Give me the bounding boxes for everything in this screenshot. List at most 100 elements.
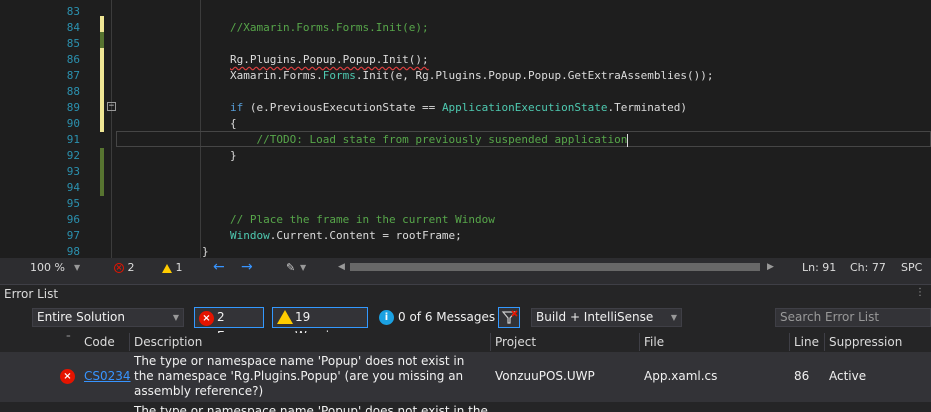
code-line[interactable]: 91 //TODO: Load state from previously su…: [0, 132, 931, 148]
code-line[interactable]: 83: [0, 4, 931, 20]
error-project: VonzuuPOS.UWP: [495, 369, 595, 383]
warnings-filter-button[interactable]: 19 Warnings: [272, 307, 368, 343]
filter-icon[interactable]: [498, 307, 520, 328]
code-line[interactable]: 96 // Place the frame in the current Wind…: [0, 212, 931, 228]
text-cursor: [627, 133, 629, 147]
scroll-right-icon[interactable]: ▶: [767, 258, 774, 277]
code-text: if (e.PreviousExecutionState == Applicat…: [230, 100, 687, 116]
code-token: ApplicationExecutionState: [441, 101, 608, 114]
code-line[interactable]: 92}: [0, 148, 931, 164]
error-file: App.xaml.cs: [644, 369, 718, 383]
panel-menu-icon[interactable]: ⋮: [915, 287, 925, 298]
line-number: 92: [66, 149, 80, 162]
column-header-line[interactable]: Line: [790, 333, 825, 351]
line-number: Ln: 91: [802, 261, 837, 274]
error-indicator[interactable]: × 2: [114, 258, 135, 277]
code-token: {: [230, 117, 237, 130]
error-list-panel: Error List ⋮ Entire Solution ▼ × 2 Error…: [0, 284, 931, 412]
scope-dropdown[interactable]: Entire Solution ▼: [32, 308, 184, 327]
chevron-down-icon: ▼: [172, 313, 179, 322]
code-token: }: [230, 149, 237, 162]
code-token: Xamarin.Forms.: [230, 69, 323, 82]
navigate-back-icon[interactable]: ←: [213, 258, 225, 277]
column-header-file[interactable]: File: [640, 333, 790, 351]
code-line[interactable]: 88: [0, 84, 931, 100]
code-token: (e.PreviousExecutionState ==: [243, 101, 442, 114]
code-token: .Terminated): [607, 101, 687, 114]
code-token: Rg.Plugins.Popup.Popup.Init();: [230, 53, 429, 66]
code-token: //TODO: Load state from previously suspe…: [230, 133, 628, 146]
line-number: 90: [66, 117, 80, 130]
code-token: //Xamarin.Forms.Forms.Init(e);: [230, 21, 429, 34]
error-line: 86: [794, 369, 810, 383]
search-error-list-input[interactable]: Search Error List: [775, 308, 931, 327]
messages-filter-label: 0 of 6 Messages: [398, 310, 496, 324]
line-number: 88: [66, 85, 80, 98]
code-line[interactable]: 94: [0, 180, 931, 196]
column-header-code[interactable]: Code: [80, 333, 130, 351]
warning-indicator[interactable]: 1: [162, 258, 183, 277]
line-number: 87: [66, 69, 80, 82]
code-token: Window: [230, 229, 270, 242]
code-editor[interactable]: − 83 84//Xamarin.Forms.Forms.Init(e); 85 86…: [0, 0, 931, 258]
brush-icon[interactable]: ✎: [286, 258, 295, 277]
horizontal-scrollbar[interactable]: [350, 263, 760, 271]
scope-value: Entire Solution: [37, 310, 125, 324]
code-line[interactable]: 86 Rg.Plugins.Popup.Popup.Init();: [0, 52, 931, 68]
error-list-toolbar: Entire Solution ▼ × 2 Errors 19 Warnings…: [0, 305, 931, 343]
column-header-description[interactable]: Description: [130, 333, 491, 351]
code-line[interactable]: 98}: [0, 244, 931, 258]
brush-dropdown-icon[interactable]: ▼: [300, 258, 306, 277]
sort-column[interactable]: ⁼: [0, 333, 80, 351]
search-placeholder: Search Error List: [780, 310, 880, 324]
code-line[interactable]: 93: [0, 164, 931, 180]
line-number: 84: [66, 21, 80, 34]
error-icon: ×: [60, 369, 75, 384]
build-source-dropdown[interactable]: Build + IntelliSense ▼: [531, 308, 682, 327]
code-line[interactable]: 97 Window.Current.Content = rootFrame;: [0, 228, 931, 244]
code-text: {: [230, 116, 237, 132]
navigate-forward-icon[interactable]: →: [241, 258, 253, 277]
code-line[interactable]: 90 {: [0, 116, 931, 132]
code-line[interactable]: 89 if (e.PreviousExecutionState == Applic…: [0, 100, 931, 116]
code-text: //Xamarin.Forms.Forms.Init(e);: [230, 20, 429, 36]
code-line[interactable]: 84 //Xamarin.Forms.Forms.Init(e);: [0, 20, 931, 36]
separator: [0, 277, 931, 284]
warning-icon: [162, 263, 172, 273]
code-text: }: [230, 148, 237, 164]
zoom-level[interactable]: 100 %: [30, 258, 65, 277]
scroll-left-icon[interactable]: ◀: [338, 258, 345, 277]
error-description: The type or namespace name 'Popup' does …: [134, 404, 488, 412]
code-text: Window.Current.Content = rootFrame;: [230, 228, 462, 244]
code-line[interactable]: 87 Xamarin.Forms.Forms.Init(e, Rg.Plugins…: [0, 68, 931, 84]
line-number: 83: [66, 5, 80, 18]
table-row[interactable]: × CS0234 The type or namespace name 'Pop…: [0, 352, 931, 402]
column-header-suppression[interactable]: Suppression State: [825, 333, 931, 367]
code-line[interactable]: 85: [0, 36, 931, 52]
error-description: The type or namespace name 'Popup' does …: [134, 354, 465, 398]
code-token: }: [202, 245, 209, 258]
table-row[interactable]: The type or namespace name 'Popup' does …: [0, 402, 931, 412]
code-token: Forms: [322, 69, 356, 82]
code-text: //TODO: Load state from previously suspe…: [230, 132, 629, 148]
code-text: Rg.Plugins.Popup.Popup.Init();: [230, 52, 429, 68]
errors-filter-button[interactable]: × 2 Errors: [194, 307, 264, 343]
column-number: Ch: 77: [850, 261, 886, 274]
code-token: .Init(e, Rg.Plugins.Popup.Popup.GetExtra…: [355, 69, 714, 82]
messages-filter-button[interactable]: i 0 of 6 Messages: [376, 307, 495, 328]
insert-mode: SPC: [901, 261, 923, 274]
line-number: 86: [66, 53, 80, 66]
line-number: 97: [66, 229, 80, 242]
column-header-project[interactable]: Project: [491, 333, 640, 351]
panel-title: Error List: [4, 287, 59, 301]
line-number: 93: [66, 165, 80, 178]
table-header: ⁼ Code Description Project File Line Sup…: [0, 333, 931, 367]
error-suppression: Active: [829, 369, 867, 383]
warning-icon: [277, 310, 293, 330]
info-icon: i: [379, 310, 394, 325]
error-code-link[interactable]: CS0234: [84, 369, 131, 383]
line-number: 85: [66, 37, 80, 50]
zoom-dropdown-icon[interactable]: ▼: [74, 258, 80, 277]
code-line[interactable]: 95: [0, 196, 931, 212]
error-icon: ×: [199, 311, 214, 326]
